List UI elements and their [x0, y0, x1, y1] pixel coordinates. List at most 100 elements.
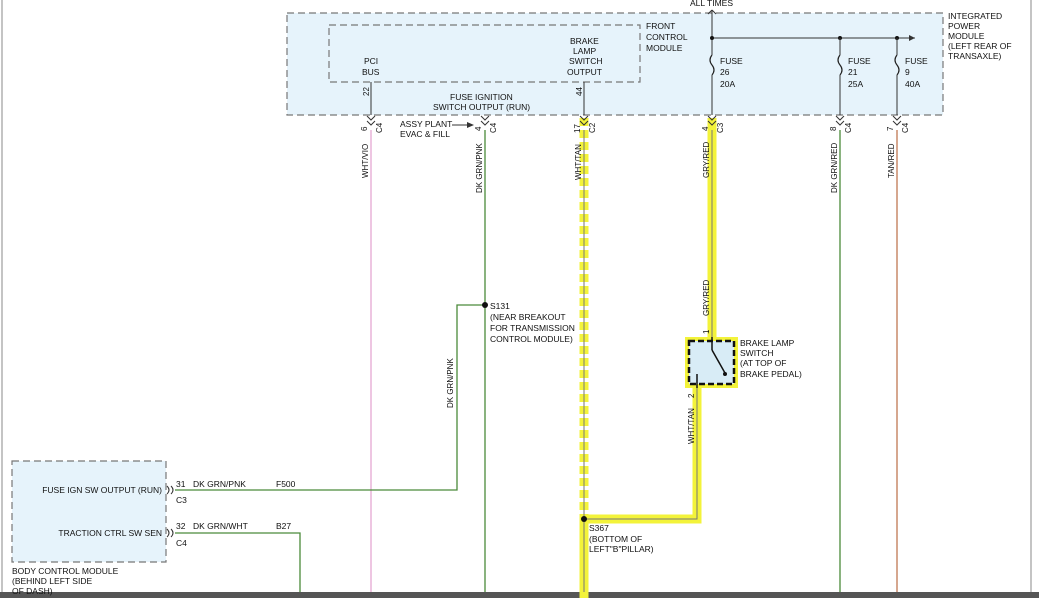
bcm-pin-31-num: 31 [176, 479, 186, 489]
svg-text:OF DASH): OF DASH) [12, 586, 53, 596]
conn-7-pin: 7 [886, 126, 895, 131]
s131-wire-label: DK GRN/PNK [446, 358, 455, 408]
svg-text:20A: 20A [720, 79, 735, 89]
svg-text:LEFT"B"PILLAR): LEFT"B"PILLAR) [589, 544, 654, 554]
conn-17-wire: WHT/TAN [574, 144, 583, 180]
conn-4a-id: C4 [489, 122, 498, 133]
conn-4b-wire: GRY/RED [702, 141, 711, 178]
conn-17-id: C2 [588, 122, 597, 133]
brake-output-label: BRAKE LAMP SWITCH OUTPUT [567, 36, 603, 77]
splice-s131-label: S131 (NEAR BREAKOUT FOR TRANSMISSION CON… [490, 301, 575, 344]
conn-6-pin: 6 [360, 126, 369, 131]
assy-plant-label: ASSY PLANT EVAC & FILL [400, 119, 452, 139]
conn-8-wire: DK GRN/RED [830, 143, 839, 193]
svg-text:POWER: POWER [948, 21, 980, 31]
wire-s131-branch [175, 304, 485, 491]
svg-text:FRONT: FRONT [646, 21, 675, 31]
brake-switch-wire-out: WHT/TAN [687, 408, 696, 444]
connector-mark-5 [892, 115, 902, 126]
conn-4b-pin: 4 [701, 126, 710, 131]
conn-6-id: C4 [375, 122, 384, 133]
svg-text:26: 26 [720, 67, 730, 77]
svg-text:FUSE: FUSE [848, 56, 871, 66]
svg-text:FUSE: FUSE [720, 56, 743, 66]
bcm-connector-32 [166, 528, 174, 538]
svg-text:(BOTTOM OF: (BOTTOM OF [589, 534, 642, 544]
svg-text:PCI: PCI [364, 56, 378, 66]
svg-text:FOR TRANSMISSION: FOR TRANSMISSION [490, 323, 575, 333]
bcm-pin-32-conn: C4 [176, 538, 187, 548]
svg-text:EVAC & FILL: EVAC & FILL [400, 129, 450, 139]
bcm-connector-31 [166, 485, 174, 495]
svg-text:TRANSAXLE): TRANSAXLE) [948, 51, 1002, 61]
svg-text:(AT TOP OF: (AT TOP OF [740, 358, 786, 368]
brake-switch-pin-in: 1 [702, 329, 711, 334]
bcm-pin-31-label: FUSE IGN SW OUTPUT (RUN) [42, 485, 162, 495]
svg-text:(NEAR BREAKOUT: (NEAR BREAKOUT [490, 312, 566, 322]
always-hot-label: ALL TIMES [690, 0, 733, 8]
ipm-title: INTEGRATED POWER MODULE (LEFT REAR OF TR… [948, 11, 1012, 61]
connector-mark-1 [480, 115, 490, 126]
bottom-bar [0, 592, 1039, 598]
svg-text:SWITCH OUTPUT (RUN): SWITCH OUTPUT (RUN) [433, 102, 530, 112]
svg-text:BUS: BUS [362, 67, 380, 77]
svg-text:S131: S131 [490, 301, 510, 311]
bcm-module-box [11, 460, 167, 563]
conn-7-wire: TAN/RED [887, 143, 896, 178]
wiring-diagram: INTEGRATED POWER MODULE (LEFT REAR OF TR… [0, 0, 1039, 598]
bcm-pin-32-num: 32 [176, 521, 186, 531]
bcm-pin-31-wire: DK GRN/PNK [193, 479, 246, 489]
svg-text:OUTPUT: OUTPUT [567, 67, 602, 77]
svg-text:FUSE: FUSE [905, 56, 928, 66]
svg-text:BRAKE LAMP: BRAKE LAMP [740, 338, 795, 348]
brake-lamp-switch-label: BRAKE LAMP SWITCH (AT TOP OF BRAKE PEDAL… [740, 338, 802, 379]
conn-7-id: C4 [901, 122, 910, 133]
svg-text:(LEFT REAR OF: (LEFT REAR OF [948, 41, 1012, 51]
pci-bus-pin: 22 [362, 87, 371, 96]
splice-s367-label: S367 (BOTTOM OF LEFT"B"PILLAR) [589, 523, 654, 554]
connector-mark-0 [366, 115, 376, 126]
bcm-pin-32-circuit: B27 [276, 521, 291, 531]
svg-text:ASSY PLANT: ASSY PLANT [400, 119, 452, 129]
splice-s367-dot [581, 516, 587, 522]
svg-text:SWITCH: SWITCH [740, 348, 774, 358]
wire-wht-tan-switch [584, 385, 698, 520]
svg-text:25A: 25A [848, 79, 863, 89]
svg-text:SWITCH: SWITCH [569, 56, 603, 66]
bcm-title: BODY CONTROL MODULE (BEHIND LEFT SIDE OF… [12, 566, 119, 596]
connector-mark-4 [835, 115, 845, 126]
brake-switch-pin-out: 2 [687, 393, 696, 398]
wire-dk-grn-wht [175, 532, 301, 592]
svg-text:CONTROL: CONTROL [646, 32, 688, 42]
bcm-pin-31-circuit: F500 [276, 479, 296, 489]
svg-text:INTEGRATED: INTEGRATED [948, 11, 1002, 21]
conn-4b-id: C3 [716, 122, 725, 133]
conn-4a-pin: 4 [474, 126, 483, 131]
brake-lamp-switch [685, 337, 738, 388]
bcm-pin-31-conn: C3 [176, 495, 187, 505]
brake-switch-wire-in: GRY/RED [702, 279, 711, 316]
svg-text:9: 9 [905, 67, 910, 77]
svg-text:BODY CONTROL MODULE: BODY CONTROL MODULE [12, 566, 119, 576]
svg-text:MODULE: MODULE [646, 43, 683, 53]
svg-text:MODULE: MODULE [948, 31, 985, 41]
splice-s131-dot [482, 302, 488, 308]
conn-8-id: C4 [844, 122, 853, 133]
svg-text:CONTROL MODULE): CONTROL MODULE) [490, 334, 573, 344]
conn-8-pin: 8 [829, 126, 838, 131]
svg-text:BRAKE PEDAL): BRAKE PEDAL) [740, 369, 802, 379]
pci-bus-label: PCI BUS [362, 56, 380, 77]
svg-text:FUSE IGNITION: FUSE IGNITION [450, 92, 513, 102]
svg-text:LAMP: LAMP [573, 46, 596, 56]
svg-text:S367: S367 [589, 523, 609, 533]
svg-text:(BEHIND LEFT SIDE: (BEHIND LEFT SIDE [12, 576, 92, 586]
conn-17-pin: 17 [573, 124, 582, 133]
svg-text:40A: 40A [905, 79, 920, 89]
conn-6-wire: WHT/VIO [361, 144, 370, 178]
svg-text:BRAKE: BRAKE [570, 36, 599, 46]
bcm-pin-32-wire: DK GRN/WHT [193, 521, 248, 531]
bcm-pin-32-label: TRACTION CTRL SW SEN [58, 528, 162, 538]
brake-output-pin: 44 [575, 87, 584, 96]
svg-text:21: 21 [848, 67, 858, 77]
conn-4a-wire: DK GRN/PNK [475, 143, 484, 193]
